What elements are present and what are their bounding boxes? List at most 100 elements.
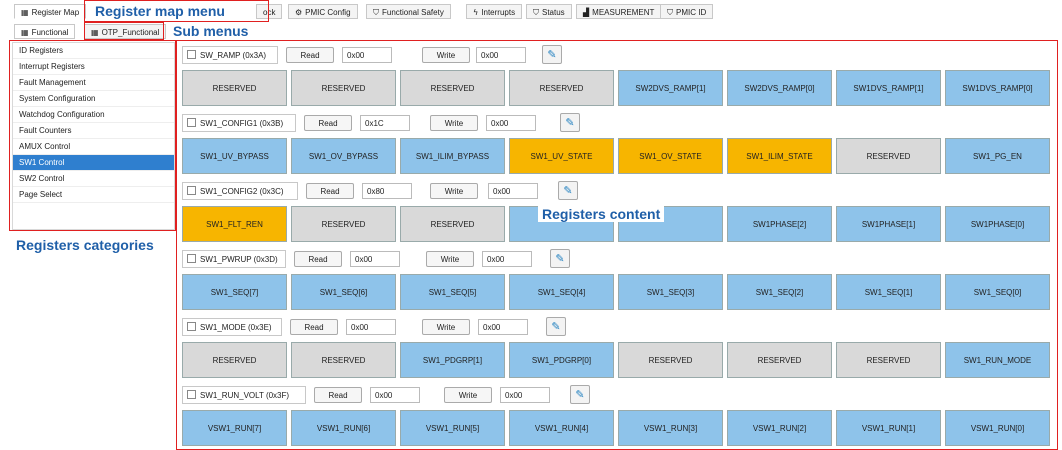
register-select[interactable]: SW1_PWRUP (0x3D) [182,250,286,268]
register-bit[interactable]: RESERVED [400,70,505,106]
register-bit[interactable]: SW2DVS_RAMP[0] [727,70,832,106]
edit-icon[interactable]: ✎ [560,113,580,132]
read-button[interactable]: Read [314,387,362,403]
category-interrupt-registers[interactable]: Interrupt Registers [13,59,174,75]
register-bit[interactable]: RESERVED [727,342,832,378]
read-button[interactable]: Read [294,251,342,267]
register-bit[interactable]: RESERVED [618,342,723,378]
write-button[interactable]: Write [422,319,470,335]
register-bit[interactable]: VSW1_RUN[2] [727,410,832,446]
register-checkbox[interactable] [187,390,196,399]
register-checkbox[interactable] [187,186,196,195]
register-bit[interactable]: RESERVED [291,206,396,242]
edit-icon[interactable]: ✎ [550,249,570,268]
category-system-configuration[interactable]: System Configuration [13,91,174,107]
register-bit[interactable]: RESERVED [182,70,287,106]
category-id-registers[interactable]: ID Registers [13,43,174,59]
register-bit[interactable]: SW1PHASE[2] [727,206,832,242]
register-bit[interactable]: SW1_FLT_REN [182,206,287,242]
tab-status[interactable]: ⛉ Status [526,4,572,19]
tab-register-map[interactable]: ▦ Register Map [14,4,87,19]
register-bit[interactable]: SW1PHASE[1] [836,206,941,242]
register-checkbox[interactable] [187,50,196,59]
subtab-otp-functional[interactable]: ▦ OTP_Functional [84,24,167,39]
read-button[interactable]: Read [286,47,334,63]
register-bit[interactable]: SW1_ILIM_STATE [727,138,832,174]
edit-icon[interactable]: ✎ [546,317,566,336]
register-bit[interactable]: RESERVED [836,342,941,378]
register-bit[interactable]: SW1_SEQ[2] [727,274,832,310]
register-select[interactable]: SW1_MODE (0x3E) [182,318,282,336]
register-bit[interactable]: VSW1_RUN[0] [945,410,1050,446]
write-value-field[interactable]: 0x00 [488,183,538,199]
write-value-field[interactable]: 0x00 [476,47,526,63]
tab-measurement[interactable]: ▟ MEASUREMENT [576,4,662,19]
register-bit[interactable]: VSW1_RUN[7] [182,410,287,446]
write-button[interactable]: Write [430,115,478,131]
read-button[interactable]: Read [306,183,354,199]
edit-icon[interactable]: ✎ [570,385,590,404]
category-amux-control[interactable]: AMUX Control [13,139,174,155]
register-bit[interactable]: SW1_RUN_MODE [945,342,1050,378]
register-bit[interactable]: SW1_OV_STATE [618,138,723,174]
category-fault-management[interactable]: Fault Management [13,75,174,91]
tab-functional-safety[interactable]: ⛉ Functional Safety [366,4,451,19]
read-button[interactable]: Read [304,115,352,131]
read-value-field[interactable]: 0x1C [360,115,410,131]
register-bit[interactable]: SW1_SEQ[3] [618,274,723,310]
register-checkbox[interactable] [187,322,196,331]
register-bit[interactable]: VSW1_RUN[5] [400,410,505,446]
write-button[interactable]: Write [444,387,492,403]
register-bit[interactable]: SW1PHASE[0] [945,206,1050,242]
tab-pmic-id[interactable]: ⛉ PMIC ID [660,4,714,19]
category-fault-counters[interactable]: Fault Counters [13,123,174,139]
register-bit[interactable]: SW1DVS_RAMP[0] [945,70,1050,106]
tab-pmic-config[interactable]: ⚙ PMIC Config [288,4,358,19]
write-button[interactable]: Write [430,183,478,199]
write-value-field[interactable]: 0x00 [482,251,532,267]
register-bit[interactable]: RESERVED [182,342,287,378]
register-checkbox[interactable] [187,254,196,263]
register-bit[interactable]: SW1_ILIM_BYPASS [400,138,505,174]
register-bit[interactable]: SW1_PDGRP[0] [509,342,614,378]
register-bit[interactable]: SW1_SEQ[7] [182,274,287,310]
register-bit[interactable]: RESERVED [291,342,396,378]
register-bit[interactable]: SW1_SEQ[4] [509,274,614,310]
register-bit[interactable]: RESERVED [836,138,941,174]
register-bit[interactable]: RESERVED [400,206,505,242]
category-watchdog-configuration[interactable]: Watchdog Configuration [13,107,174,123]
register-bit[interactable]: RESERVED [509,70,614,106]
tab-clock[interactable]: ock [256,4,283,19]
register-select[interactable]: SW1_CONFIG1 (0x3B) [182,114,296,132]
write-button[interactable]: Write [426,251,474,267]
write-value-field[interactable]: 0x00 [486,115,536,131]
category-page-select[interactable]: Page Select [13,187,174,203]
read-value-field[interactable]: 0x80 [362,183,412,199]
register-bit[interactable]: SW1_SEQ[1] [836,274,941,310]
register-bit[interactable]: SW1_PG_EN [945,138,1050,174]
edit-icon[interactable]: ✎ [558,181,578,200]
write-button[interactable]: Write [422,47,470,63]
read-value-field[interactable]: 0x00 [346,319,396,335]
register-select[interactable]: SW_RAMP (0x3A) [182,46,278,64]
read-value-field[interactable]: 0x00 [370,387,420,403]
register-bit[interactable]: SW1_PDGRP[1] [400,342,505,378]
register-bit[interactable]: SW2DVS_RAMP[1] [618,70,723,106]
read-value-field[interactable]: 0x00 [350,251,400,267]
subtab-functional[interactable]: ▦ Functional [14,24,76,39]
register-select[interactable]: SW1_CONFIG2 (0x3C) [182,182,298,200]
tab-interrupts[interactable]: ϟ Interrupts [466,4,523,19]
edit-icon[interactable]: ✎ [542,45,562,64]
read-button[interactable]: Read [290,319,338,335]
category-sw1-control[interactable]: SW1 Control [13,155,174,171]
register-bit[interactable]: SW1_SEQ[6] [291,274,396,310]
register-bit[interactable]: SW1_SEQ[5] [400,274,505,310]
write-value-field[interactable]: 0x00 [478,319,528,335]
register-bit[interactable]: SW1DVS_RAMP[1] [836,70,941,106]
register-bit[interactable]: SW1_OV_BYPASS [291,138,396,174]
register-bit[interactable]: SW1_SEQ[0] [945,274,1050,310]
register-bit[interactable]: SW1_UV_BYPASS [182,138,287,174]
register-bit[interactable]: VSW1_RUN[4] [509,410,614,446]
category-sw2-control[interactable]: SW2 Control [13,171,174,187]
register-bit[interactable]: RESERVED [291,70,396,106]
